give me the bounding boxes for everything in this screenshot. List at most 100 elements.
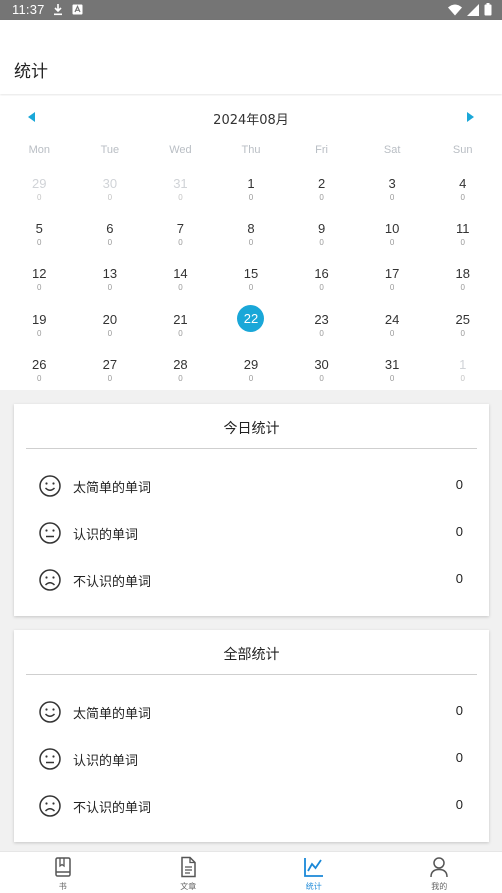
stat-label: 认识的单词 [73,750,138,769]
calendar-day[interactable]: 300 [286,345,357,390]
calendar-day[interactable]: 90 [286,209,357,254]
day-word-count: 0 [75,329,146,338]
page-title: 统计 [14,57,48,82]
calendar-day[interactable]: 310 [357,345,428,390]
status-time: 11:37 [12,2,45,17]
next-month-button[interactable] [460,109,480,125]
day-word-count: 0 [427,238,498,247]
nav-label: 文章 [126,881,252,892]
calendar-day[interactable]: 210 [145,300,216,345]
calendar-day[interactable]: 170 [357,254,428,299]
calendar-day[interactable]: 70 [145,209,216,254]
card-title: 今日统计 [14,418,489,438]
day-number: 10 [357,221,428,236]
calendar-day[interactable]: 80 [216,209,287,254]
day-word-count: 0 [145,238,216,247]
day-word-count: 0 [145,329,216,338]
calendar-day[interactable]: 150 [216,254,287,299]
calendar-day[interactable]: 260 [4,345,75,390]
calendar-day[interactable]: 160 [286,254,357,299]
calendar-day[interactable]: 250 [427,300,498,345]
calendar-day[interactable]: 310 [145,164,216,209]
stat-label: 不认识的单词 [73,797,151,816]
calendar-day[interactable]: 200 [75,300,146,345]
calendar-day[interactable]: 100 [357,209,428,254]
day-word-count: 0 [286,238,357,247]
calendar-day[interactable]: 190 [4,300,75,345]
calendar-day[interactable]: 10 [427,345,498,390]
calendar-day[interactable]: 130 [75,254,146,299]
stat-label: 太简单的单词 [73,703,151,722]
calendar-day[interactable]: 40 [427,164,498,209]
calendar-day-selected[interactable]: 22 [216,300,287,345]
text-recognition-icon [72,4,83,19]
calendar-day[interactable]: 110 [427,209,498,254]
day-word-count: 0 [216,283,287,292]
calendar-day[interactable]: 10 [216,164,287,209]
neutral-face-icon [38,747,62,771]
nav-label: 统计 [251,881,377,892]
weekday-label: Wed [145,144,216,156]
day-number: 23 [286,312,357,327]
stat-value: 0 [456,571,463,586]
day-number: 29 [216,357,287,372]
day-number: 9 [286,221,357,236]
calendar-day[interactable]: 290 [216,345,287,390]
day-number: 3 [357,176,428,191]
day-number: 8 [216,221,287,236]
stat-value: 0 [456,703,463,718]
stat-row-unknown: 不认识的单词 0 [14,559,489,599]
stat-value: 0 [456,524,463,539]
day-number: 7 [145,221,216,236]
day-word-count: 0 [145,283,216,292]
nav-item-articles[interactable]: 文章 [126,852,252,893]
calendar-day[interactable]: 240 [357,300,428,345]
day-number: 27 [75,357,146,372]
day-word-count: 0 [4,238,75,247]
calendar-day[interactable]: 120 [4,254,75,299]
day-word-count: 0 [357,238,428,247]
weekday-label: Mon [4,144,75,156]
day-word-count: 0 [216,238,287,247]
day-word-count: 0 [4,193,75,202]
smile-face-icon [38,474,62,498]
day-number: 6 [75,221,146,236]
day-word-count: 0 [286,374,357,383]
calendar-day[interactable]: 20 [286,164,357,209]
nav-item-book[interactable]: 书 [0,852,126,893]
calendar-day[interactable]: 300 [75,164,146,209]
day-number: 11 [427,221,498,236]
signal-icon [467,4,479,20]
calendar-day[interactable]: 290 [4,164,75,209]
calendar-days-grid: 2903003101020304050607080901001101201301… [4,164,498,390]
calendar-day[interactable]: 270 [75,345,146,390]
day-word-count: 0 [75,374,146,383]
day-word-count: 0 [286,329,357,338]
calendar-day[interactable]: 140 [145,254,216,299]
document-icon [177,856,199,878]
day-number: 24 [357,312,428,327]
calendar-day[interactable]: 230 [286,300,357,345]
stat-label: 认识的单词 [73,524,138,543]
neutral-face-icon [38,521,62,545]
day-number: 30 [75,176,146,191]
weekday-header: Mon Tue Wed Thu Fri Sat Sun [4,144,498,156]
calendar: 2024年08月 Mon Tue Wed Thu Fri Sat Sun 290… [0,96,502,390]
calendar-day[interactable]: 60 [75,209,146,254]
nav-item-profile[interactable]: 我的 [377,852,502,893]
battery-icon [484,3,492,20]
day-number: 30 [286,357,357,372]
calendar-day[interactable]: 180 [427,254,498,299]
day-number: 22 [237,305,264,332]
chart-icon [303,856,325,878]
nav-item-stats[interactable]: 统计 [251,852,377,893]
calendar-day[interactable]: 30 [357,164,428,209]
calendar-day[interactable]: 280 [145,345,216,390]
day-word-count: 0 [4,329,75,338]
calendar-day[interactable]: 50 [4,209,75,254]
day-number: 2 [286,176,357,191]
weekday-label: Sat [357,144,428,156]
day-word-count: 0 [4,374,75,383]
day-number: 14 [145,266,216,281]
stat-row-too-easy: 太简单的单词 0 [14,465,489,505]
